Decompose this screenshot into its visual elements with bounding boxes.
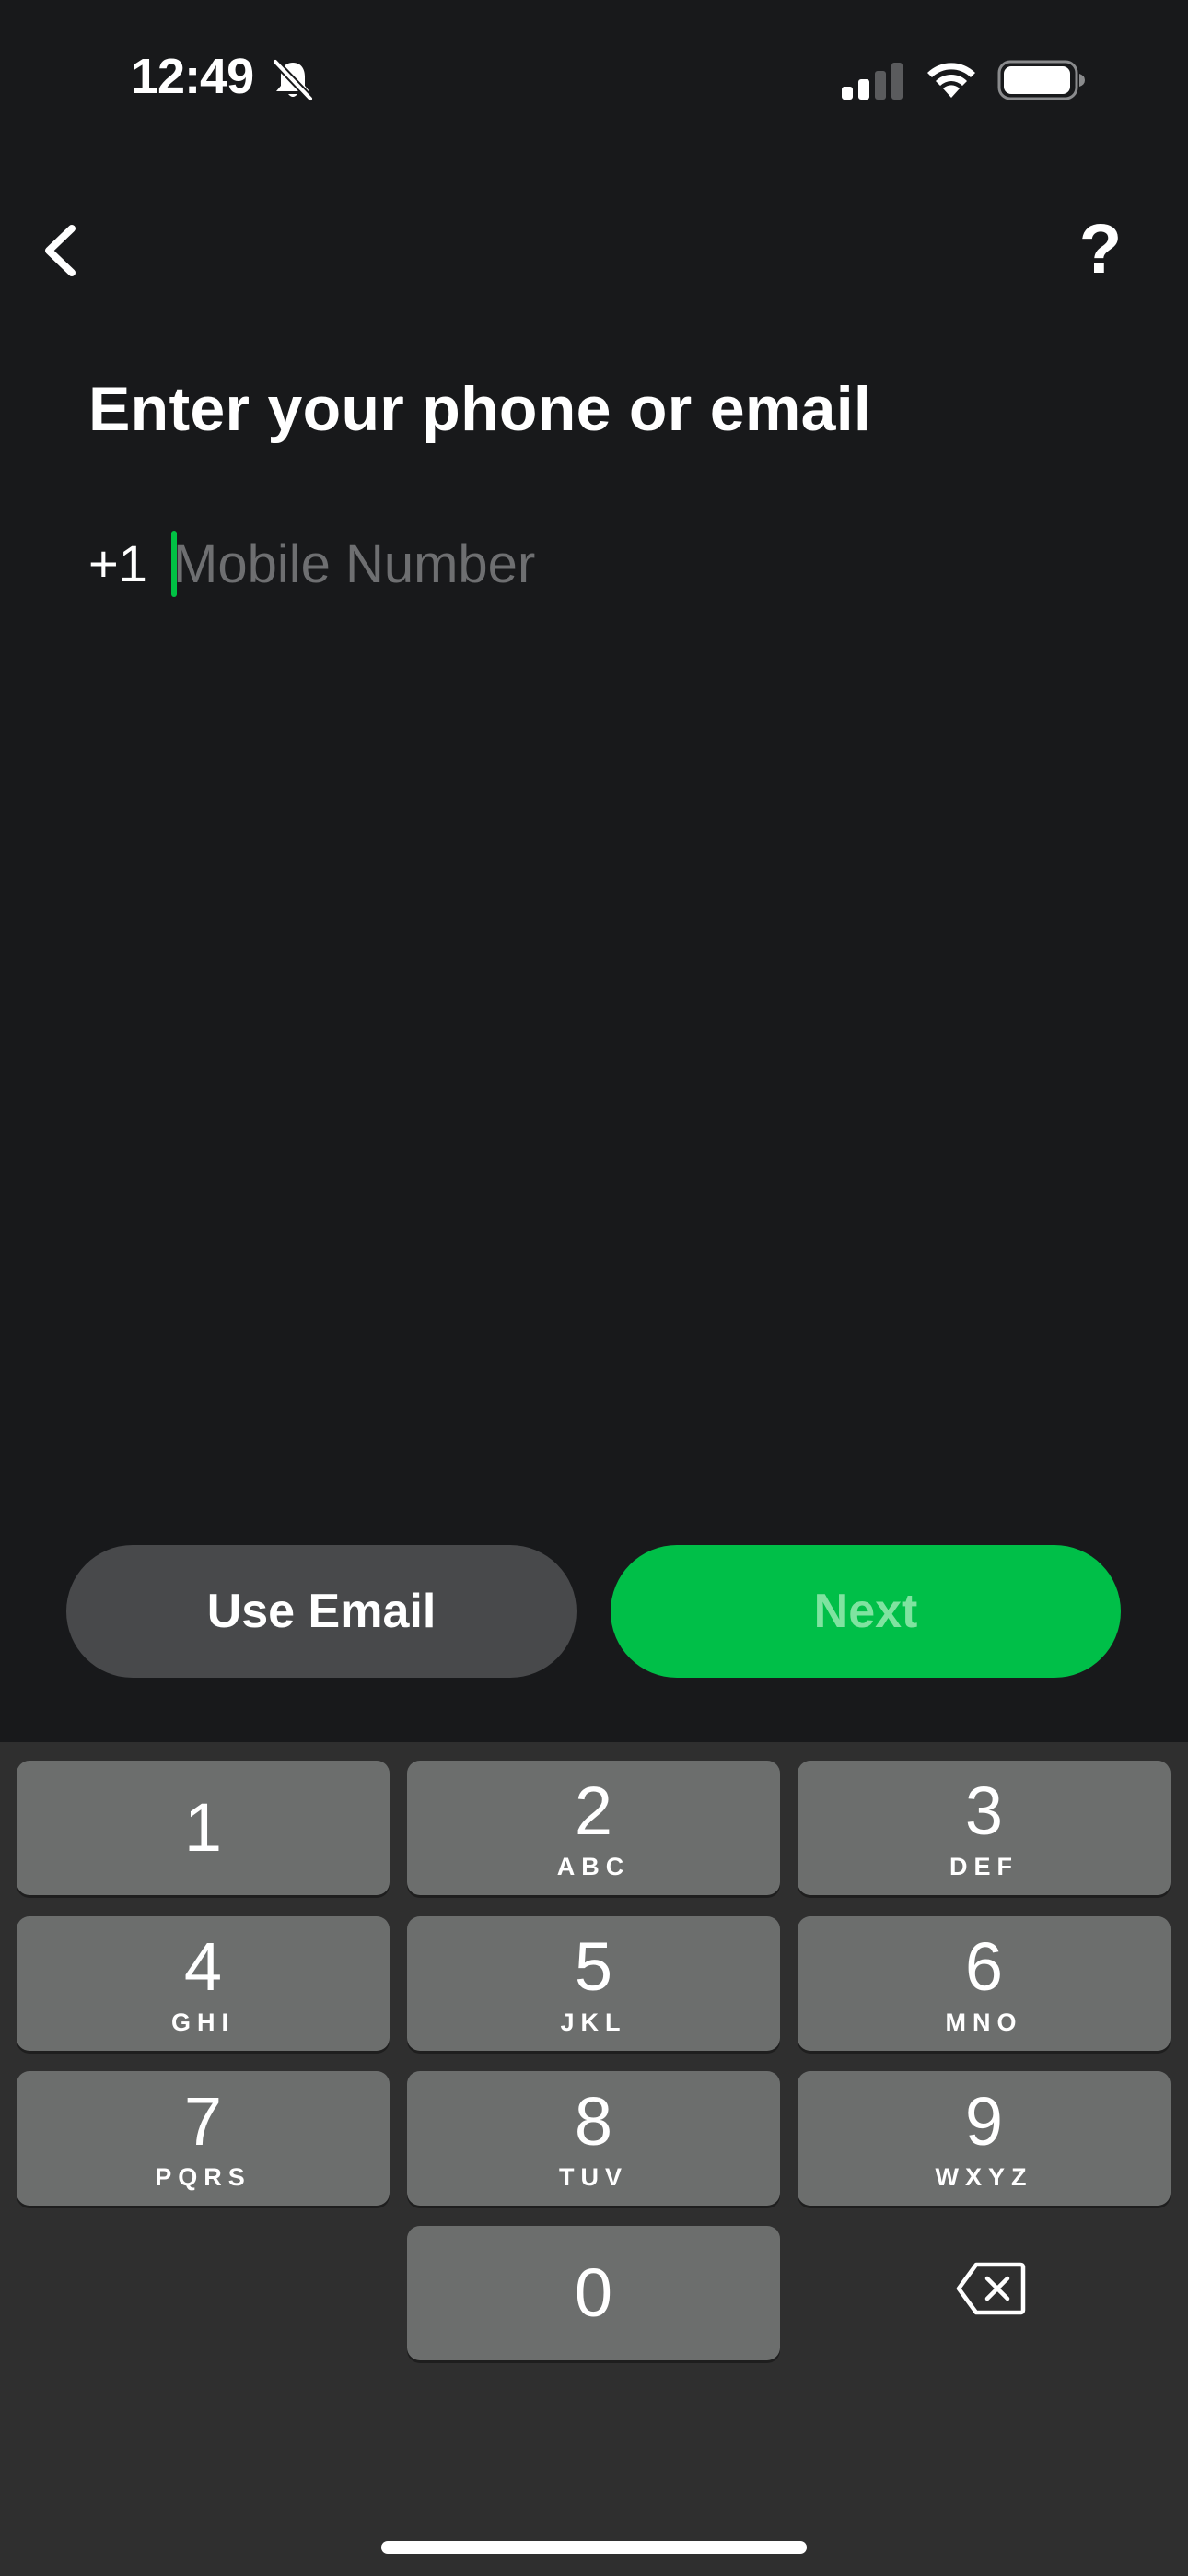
- back-button[interactable]: [26, 208, 99, 291]
- key-digit: 2: [574, 1773, 613, 1849]
- battery-icon: [997, 60, 1085, 100]
- wifi-icon: [927, 63, 975, 98]
- key-0[interactable]: 0: [407, 2226, 780, 2360]
- bell-slash-icon: [272, 58, 314, 102]
- key-digit: 9: [964, 2083, 1004, 2160]
- next-button[interactable]: Next: [611, 1545, 1121, 1678]
- key-digit: 0: [574, 2254, 613, 2331]
- key-2[interactable]: 2 ABC: [407, 1761, 780, 1895]
- login-screen: 12:49 ? Enter your phone or email +1 Mob…: [0, 0, 1188, 2576]
- home-indicator[interactable]: [381, 2541, 807, 2554]
- key-digit: 5: [574, 1928, 613, 2005]
- phone-field: +1: [88, 527, 1101, 601]
- key-digit: 4: [183, 1928, 223, 2005]
- key-letters: TUV: [559, 2163, 628, 2191]
- key-7[interactable]: 7 PQRS: [17, 2071, 390, 2206]
- key-letters: GHI: [170, 2008, 235, 2036]
- status-bar: 12:49: [0, 0, 1188, 161]
- country-code[interactable]: +1: [88, 527, 147, 601]
- key-6[interactable]: 6 MNO: [798, 1916, 1171, 2051]
- key-digit: 7: [183, 2083, 223, 2160]
- key-digit: 8: [574, 2083, 613, 2160]
- key-9[interactable]: 9 WXYZ: [798, 2071, 1171, 2206]
- key-letters: PQRS: [155, 2163, 251, 2191]
- page-title: Enter your phone or email: [88, 374, 872, 444]
- cellular-signal-icon: [842, 63, 903, 100]
- backspace-icon[interactable]: [956, 2260, 1026, 2317]
- key-1[interactable]: 1: [17, 1761, 390, 1895]
- mobile-number-input[interactable]: [173, 527, 1094, 601]
- key-3[interactable]: 3 DEF: [798, 1761, 1171, 1895]
- key-digit: 1: [183, 1789, 223, 1866]
- key-letters: WXYZ: [935, 2163, 1033, 2191]
- key-letters: JKL: [560, 2008, 627, 2036]
- key-digit: 6: [964, 1928, 1004, 2005]
- key-digit: 3: [964, 1773, 1004, 1849]
- help-button[interactable]: ?: [1059, 208, 1142, 291]
- key-4[interactable]: 4 GHI: [17, 1916, 390, 2051]
- key-letters: DEF: [949, 1853, 1019, 1880]
- use-email-button[interactable]: Use Email: [66, 1545, 577, 1678]
- status-time: 12:49: [131, 49, 254, 104]
- key-letters: ABC: [556, 1853, 631, 1880]
- key-8[interactable]: 8 TUV: [407, 2071, 780, 2206]
- chevron-left-icon: [45, 225, 76, 276]
- key-letters: MNO: [945, 2008, 1023, 2036]
- numeric-keypad: 1 2 ABC 3 DEF 4 GHI 5 JKL 6 MNO 7 PQRS 8…: [0, 1742, 1188, 2576]
- key-5[interactable]: 5 JKL: [407, 1916, 780, 2051]
- text-caret: [171, 531, 177, 597]
